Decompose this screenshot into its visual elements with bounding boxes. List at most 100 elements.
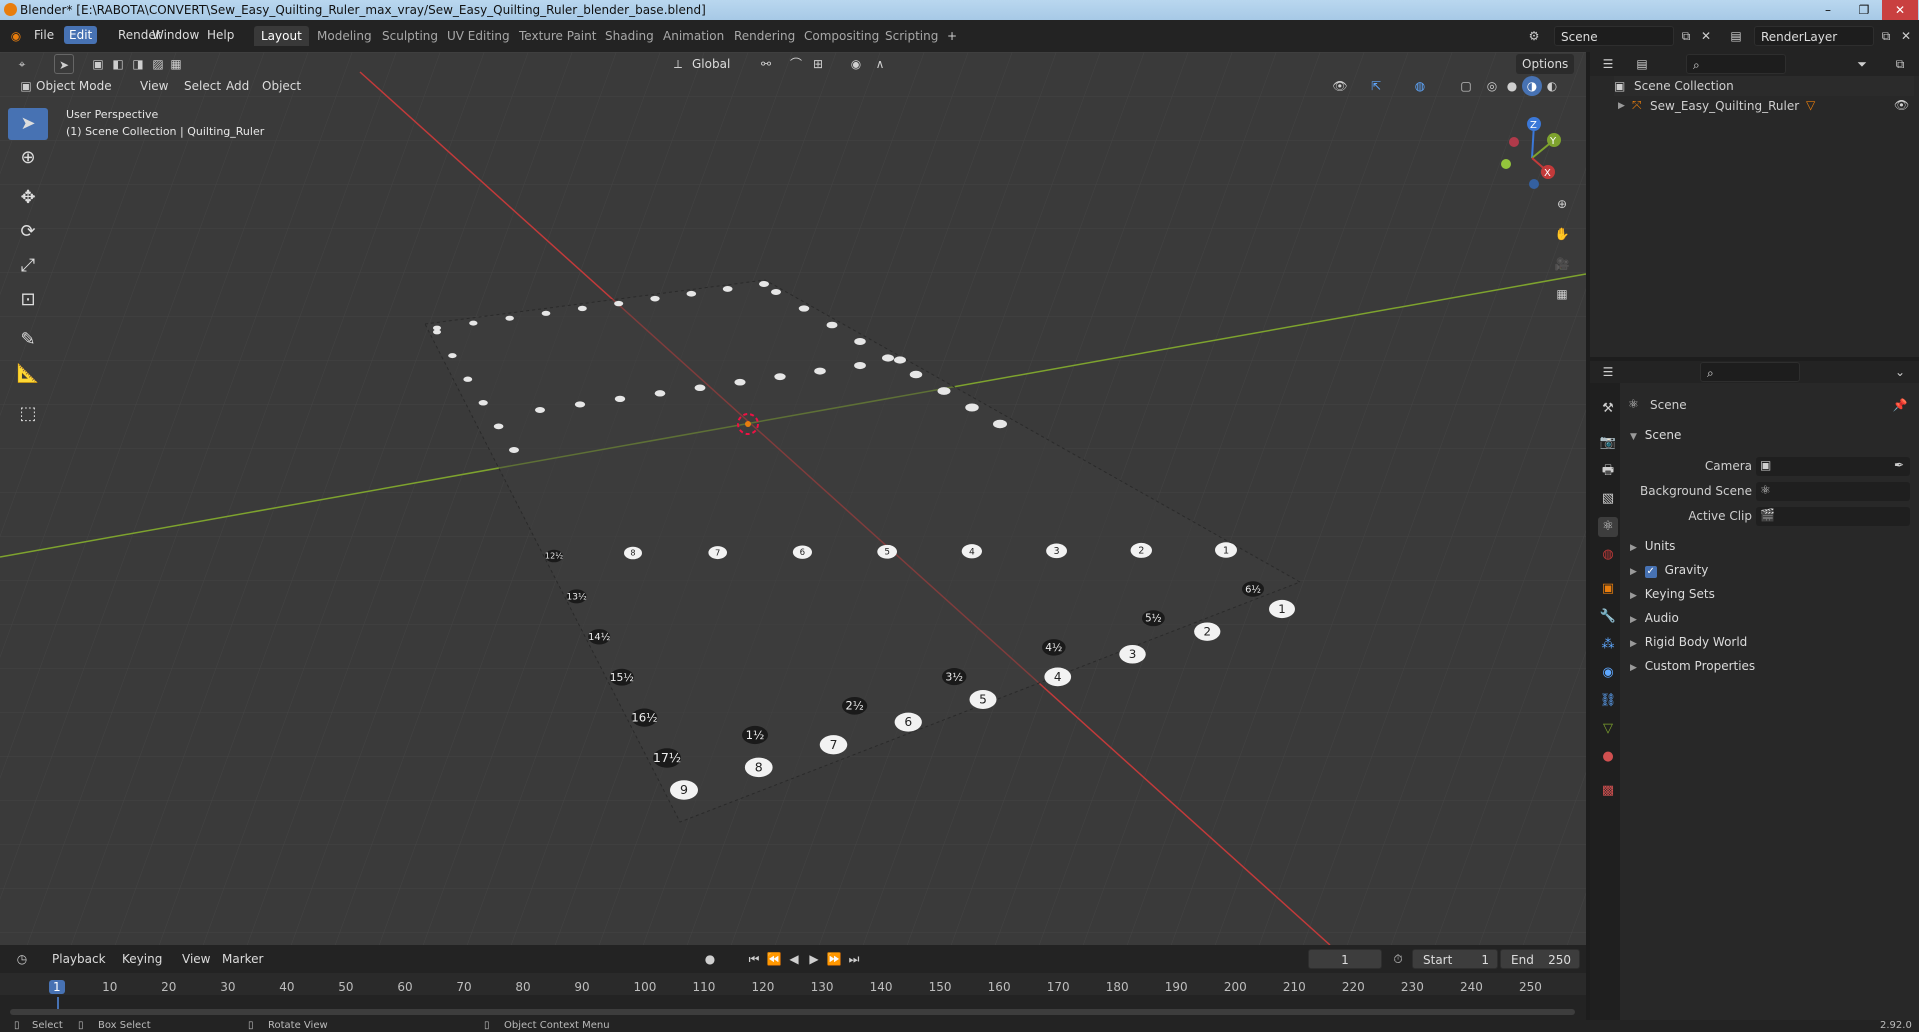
select-mode-subtract-icon[interactable]: ◨ [128, 54, 148, 74]
play-icon[interactable]: ▶ [804, 949, 824, 969]
output-tab-icon[interactable]: 🖶 [1598, 461, 1618, 481]
rotate-tool-icon[interactable]: ⟳ [8, 216, 48, 248]
tab-sculpting[interactable]: Sculpting [375, 26, 445, 46]
measure-tool-icon[interactable]: 📐 [8, 358, 48, 390]
menu-window[interactable]: Window [152, 28, 199, 42]
jump-keyframe-back-icon[interactable]: ⏪ [764, 949, 784, 969]
menu-help[interactable]: Help [207, 28, 234, 42]
camera-view-icon[interactable]: 🎥 [1552, 254, 1572, 274]
snap-target-icon[interactable]: ⊞ [808, 54, 828, 74]
transform-orientation-dropdown[interactable]: Global [686, 54, 736, 74]
delete-scene-icon[interactable]: ✕ [1696, 26, 1716, 46]
delete-renderlayer-icon[interactable]: ✕ [1896, 26, 1916, 46]
auto-keying-icon[interactable]: ● [700, 949, 720, 969]
gizmo-neg-x-icon[interactable] [1509, 137, 1519, 147]
tab-rendering[interactable]: Rendering [727, 26, 802, 46]
tab-animation[interactable]: Animation [656, 26, 731, 46]
render-tab-icon[interactable]: 📷 [1598, 433, 1618, 453]
data-tab-icon[interactable]: ▽ [1598, 719, 1618, 739]
outliner-search-input[interactable]: ⌕ [1686, 54, 1786, 74]
background-scene-field[interactable]: ⚛ [1756, 482, 1910, 501]
scene-selector-icon[interactable]: ⚙ [1524, 26, 1544, 46]
new-renderlayer-icon[interactable]: ⧉ [1876, 26, 1896, 46]
tool-tab-icon[interactable]: ⚒ [1598, 399, 1618, 419]
gizmo-neg-z-icon[interactable] [1529, 179, 1539, 189]
new-scene-icon[interactable]: ⧉ [1676, 26, 1696, 46]
tab-layout[interactable]: Layout [254, 26, 309, 46]
display-mode-icon[interactable]: ▤ [1632, 54, 1652, 74]
navigation-gizmo[interactable]: Z Y X [1490, 112, 1570, 192]
select-mode-invert-icon[interactable]: ▨ [148, 54, 168, 74]
view-layer-tab-icon[interactable]: ▧ [1598, 489, 1618, 509]
add-workspace-icon[interactable]: + [942, 26, 962, 46]
xray-toggle-icon[interactable]: ▢ [1456, 76, 1476, 96]
menu-timeline-view[interactable]: View [176, 949, 216, 969]
filter-icon[interactable]: ⏷ [1852, 54, 1872, 74]
camera-field[interactable]: ▣ ✒ [1756, 457, 1910, 476]
move-tool-icon[interactable]: ✥ [8, 182, 48, 214]
physics-tab-icon[interactable]: ◉ [1598, 663, 1618, 683]
expand-chevron-icon[interactable]: ▶ [1618, 101, 1625, 111]
gravity-panel-header[interactable]: ▶ ✓ Gravity [1630, 563, 1708, 578]
menu-keying[interactable]: Keying [116, 949, 168, 969]
eyedropper-icon[interactable]: ✒ [1894, 458, 1904, 472]
menu-edit[interactable]: Edit [64, 26, 98, 44]
select-tool-icon[interactable]: ➤ [54, 54, 74, 74]
editor-type-icon[interactable]: ⌖ [12, 54, 32, 74]
menu-playback[interactable]: Playback [46, 949, 112, 969]
object-mode-dropdown[interactable]: Object Mode [30, 76, 118, 96]
texture-tab-icon[interactable]: ▩ [1598, 781, 1618, 801]
add-cube-tool-icon[interactable]: ⬚ [8, 398, 48, 430]
rendered-shading-icon[interactable]: ◐ [1542, 76, 1562, 96]
wireframe-shading-icon[interactable]: ◎ [1482, 76, 1502, 96]
world-tab-icon[interactable]: ◍ [1598, 545, 1618, 565]
tweak-tool-icon[interactable]: ➤ [8, 108, 48, 140]
tab-modeling[interactable]: Modeling [310, 26, 379, 46]
material-tab-icon[interactable]: ● [1598, 747, 1618, 767]
3d-viewport[interactable]: 9 8 7 6 5 4 3 2 1 17½ 16½ 15½ 14½ 13½ 12½ 8 7 6 5 4 3 2 1 1½ 2½ 3… [0, 52, 1586, 945]
properties-editor-type-icon[interactable]: ☰ [1598, 362, 1618, 382]
gizmo-toggle-icon[interactable]: ⇱ [1366, 76, 1386, 96]
scene-tab-icon[interactable]: ⚛ [1598, 517, 1618, 537]
material-shading-icon[interactable]: ◑ [1522, 76, 1542, 96]
menu-marker[interactable]: Marker [216, 949, 269, 969]
outliner-row-object[interactable]: ▶ ⤧ Sew_Easy_Quilting_Ruler ▽ 👁 [1614, 96, 1914, 116]
object-tab-icon[interactable]: ▣ [1598, 579, 1618, 599]
select-mode-intersect-icon[interactable]: ▦ [166, 54, 186, 74]
modifier-tab-icon[interactable]: 🔧 [1598, 607, 1618, 627]
gravity-checkbox[interactable]: ✓ [1644, 566, 1657, 578]
custom-properties-panel-header[interactable]: ▶ Custom Properties [1630, 659, 1755, 673]
preview-range-icon[interactable]: ⏱ [1388, 949, 1408, 969]
constraints-tab-icon[interactable]: ⛓ [1598, 691, 1618, 711]
pin-icon[interactable]: 📌 [1890, 395, 1910, 415]
outliner-editor-type-icon[interactable]: ☰ [1598, 54, 1618, 74]
rigid-body-world-panel-header[interactable]: ▶ Rigid Body World [1630, 635, 1747, 649]
timeline-editor-type-icon[interactable]: ◷ [12, 949, 32, 969]
visibility-icon[interactable]: 👁 [1330, 76, 1350, 96]
menu-object[interactable]: Object [256, 76, 307, 96]
tab-scripting[interactable]: Scripting [878, 26, 945, 46]
blender-menu-icon[interactable]: ◉ [6, 26, 26, 46]
proportional-falloff-icon[interactable]: ∧ [870, 54, 890, 74]
maximize-button[interactable]: ❐ [1846, 0, 1882, 20]
menu-view[interactable]: View [134, 76, 174, 96]
tab-uv-editing[interactable]: UV Editing [440, 26, 517, 46]
proportional-edit-icon[interactable]: ◉ [846, 54, 866, 74]
scene-panel-header[interactable]: ▼ Scene [1630, 428, 1681, 442]
solid-shading-icon[interactable]: ● [1502, 76, 1522, 96]
transform-tool-icon[interactable]: ⊡ [8, 284, 48, 316]
scale-tool-icon[interactable]: ⤢ [8, 250, 48, 282]
renderlayer-field[interactable]: RenderLayer [1754, 26, 1874, 46]
pivot-point-icon[interactable]: ⚯ [756, 54, 776, 74]
menu-file[interactable]: File [34, 28, 54, 42]
keying-sets-panel-header[interactable]: ▶ Keying Sets [1630, 587, 1715, 601]
tab-texture-paint[interactable]: Texture Paint [512, 26, 603, 46]
menu-add[interactable]: Add [220, 76, 255, 96]
scene-field[interactable]: Scene [1554, 26, 1674, 46]
gizmo-neg-y-icon[interactable] [1501, 159, 1511, 169]
end-frame-field[interactable]: End 250 [1500, 949, 1580, 969]
close-button[interactable]: ✕ [1882, 0, 1918, 20]
new-collection-icon[interactable]: ⧉ [1890, 54, 1910, 74]
select-mode-set-icon[interactable]: ▣ [88, 54, 108, 74]
annotate-tool-icon[interactable]: ✎ [8, 324, 48, 356]
